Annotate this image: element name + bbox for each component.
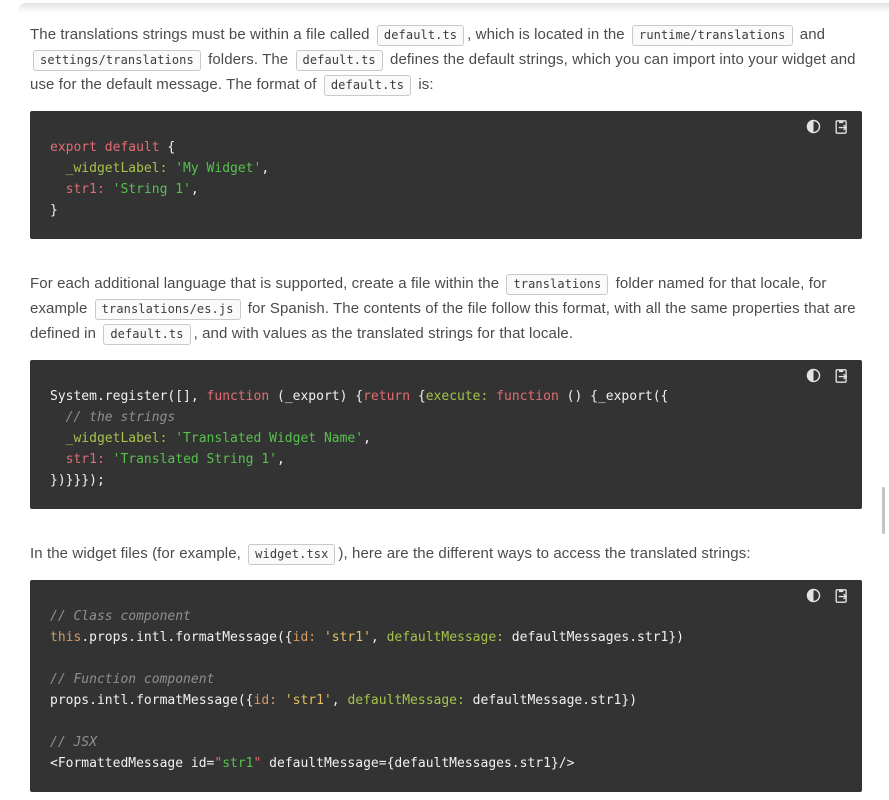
inline-code-chip: widget.tsx xyxy=(248,544,335,565)
inline-code-chip: translations/es.js xyxy=(95,299,241,320)
code-line: <FormattedMessage id="str1" defaultMessa… xyxy=(50,753,842,774)
copy-code-clipboard-icon[interactable] xyxy=(833,118,850,135)
paragraph-widget-files: In the widget files (for example, widget… xyxy=(30,541,862,566)
code-content: // Class componentthis.props.intl.format… xyxy=(50,606,842,774)
code-block-translated-locale: System.register([], function (_export) {… xyxy=(30,360,862,509)
code-line: // the strings xyxy=(50,407,842,428)
code-line: // Class component xyxy=(50,606,842,627)
code-line: _widgetLabel: 'Translated Widget Name', xyxy=(50,428,842,449)
paragraph-default-ts-intro: The translations strings must be within … xyxy=(30,22,862,97)
code-line: props.intl.formatMessage({id: 'str1', de… xyxy=(50,690,842,711)
scrollbar-thumb[interactable] xyxy=(882,487,885,534)
inline-code-chip: default.ts xyxy=(103,324,190,345)
code-block-toolbar xyxy=(805,367,850,384)
code-block-default-ts: export default { _widgetLabel: 'My Widge… xyxy=(30,111,862,239)
inline-code-chip: default.ts xyxy=(296,50,383,71)
contrast-toggle-icon[interactable] xyxy=(805,367,822,384)
code-line: str1: 'String 1', xyxy=(50,179,842,200)
code-line: })}}}); xyxy=(50,470,842,491)
code-block-toolbar xyxy=(805,587,850,604)
inline-code-chip: runtime/translations xyxy=(632,25,793,46)
inline-code-chip: default.ts xyxy=(324,75,411,96)
inline-code-chip: settings/translations xyxy=(33,50,201,71)
code-block-access-strings: // Class componentthis.props.intl.format… xyxy=(30,580,862,792)
copy-code-clipboard-icon[interactable] xyxy=(833,587,850,604)
code-line: // JSX xyxy=(50,732,842,753)
code-line: str1: 'Translated String 1', xyxy=(50,449,842,470)
paragraph-additional-language: For each additional language that is sup… xyxy=(30,271,862,346)
code-line: _widgetLabel: 'My Widget', xyxy=(50,158,842,179)
code-line xyxy=(50,711,842,732)
code-content: System.register([], function (_export) {… xyxy=(50,386,842,491)
inline-code-chip: default.ts xyxy=(377,25,464,46)
code-line: // Function component xyxy=(50,669,842,690)
inline-code-chip: translations xyxy=(506,274,608,295)
contrast-toggle-icon[interactable] xyxy=(805,118,822,135)
code-line: System.register([], function (_export) {… xyxy=(50,386,842,407)
contrast-toggle-icon[interactable] xyxy=(805,587,822,604)
code-line: export default { xyxy=(50,137,842,158)
code-content: export default { _widgetLabel: 'My Widge… xyxy=(50,137,842,221)
code-line: this.props.intl.formatMessage({id: 'str1… xyxy=(50,627,842,648)
copy-code-clipboard-icon[interactable] xyxy=(833,367,850,384)
code-line: } xyxy=(50,200,842,221)
code-block-toolbar xyxy=(805,118,850,135)
doc-content: The translations strings must be within … xyxy=(0,0,889,792)
code-line xyxy=(50,648,842,669)
